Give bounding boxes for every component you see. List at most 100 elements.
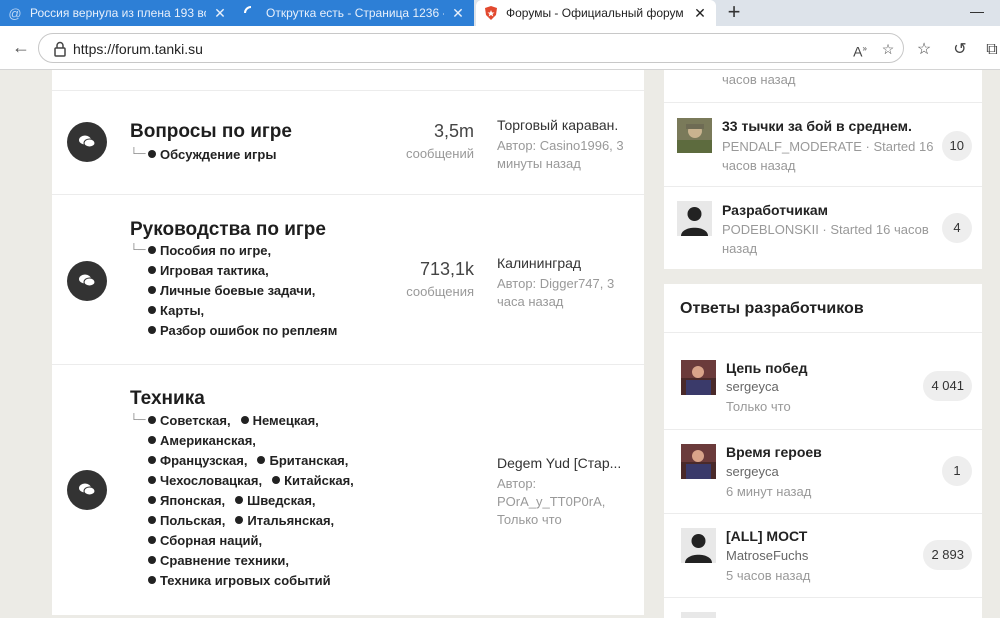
subforum-dot-icon <box>148 436 156 444</box>
forum-title[interactable]: Вопросы по игре <box>130 121 292 143</box>
reply-count-badge: 4 <box>942 213 972 243</box>
favorites-list-icon[interactable]: ☆ <box>914 40 934 60</box>
avatar <box>681 444 716 479</box>
list-item[interactable]: Разработчикам PODEBLONSKII · Started 16 … <box>664 186 982 269</box>
subforum-link[interactable]: Польская, <box>148 513 225 528</box>
read-aloud-icon[interactable]: A» <box>851 40 869 60</box>
subforum-link[interactable]: Разбор ошибок по реплеям <box>148 323 337 338</box>
subforum-list: └─ Пособия по игре, Игровая тактика, Личн… <box>130 242 338 338</box>
browser-tab-1[interactable]: @ Россия вернула из плена 193 вое ✕ <box>0 0 236 26</box>
subforum-dot-icon <box>148 150 156 158</box>
last-post-title[interactable]: Торговый караван. <box>497 117 632 133</box>
topic-meta-fragment: часов назад <box>722 72 796 87</box>
tanki-shield-icon <box>484 6 498 20</box>
list-item[interactable] <box>664 597 982 618</box>
subforum-dot-icon <box>148 456 156 464</box>
subforum-link[interactable]: Сравнение техники, <box>148 553 289 568</box>
close-icon[interactable]: ✕ <box>692 5 708 22</box>
dev-answers-card: Ответы разработчиков Цепь побед sergeyca… <box>664 284 982 618</box>
chat-bubble-icon <box>67 470 107 510</box>
subforum-link[interactable]: Китайская, <box>272 473 354 488</box>
list-item[interactable]: [ALL] МОСТ MatroseFuchs 5 часов назад 2 … <box>664 513 982 597</box>
minimize-button[interactable] <box>962 2 992 22</box>
post-count: 3,5m сообщений <box>405 121 474 161</box>
last-post-meta: Автор: Casino1996, 3 минуты назад <box>497 138 624 171</box>
subforum-dot-icon <box>148 536 156 544</box>
subforum-link[interactable]: Шведская, <box>235 493 316 508</box>
avatar <box>681 612 716 618</box>
last-post-meta: Автор: Digger747, 3 часа назад <box>497 276 615 309</box>
new-tab-button[interactable]: + <box>722 1 746 24</box>
tab-2-label: Открутка есть - Страница 1236 - <box>266 6 444 20</box>
subforum-link[interactable]: Немецкая, <box>240 413 319 428</box>
topic-title[interactable]: 33 тычки за бой в среднем. <box>722 118 912 134</box>
collections-icon[interactable]: ⧉ <box>982 40 1000 60</box>
last-post-meta: Автор: POrA_y_TT0P0rA, Только что <box>497 476 606 527</box>
list-item[interactable]: 33 тычки за бой в среднем. PENDALF_MODER… <box>664 102 982 186</box>
subforum-dot-icon <box>148 266 156 274</box>
loading-icon <box>244 6 258 20</box>
topic-meta: PODEBLONSKII · Started 16 часов назад <box>722 222 929 256</box>
post-count: 713,1k сообщения <box>406 259 474 299</box>
subforum-dot-icon <box>148 496 156 504</box>
subforum-dot-icon <box>257 456 266 464</box>
subforum-dot-icon <box>148 246 156 254</box>
last-post-title[interactable]: Калининград <box>497 255 632 271</box>
topic-title[interactable]: [ALL] МОСТ <box>726 528 807 544</box>
subforum-link[interactable]: Британская, <box>257 453 348 468</box>
subforum-link[interactable]: Американская, <box>148 433 256 448</box>
last-post[interactable]: Торговый караван. Автор: Casino1996, 3 м… <box>497 117 632 173</box>
subforum-dot-icon <box>148 306 156 314</box>
last-post[interactable]: Degem Yud [Стар... Автор: POrA_y_TT0P0rA… <box>497 455 632 529</box>
close-icon[interactable]: ✕ <box>212 5 228 22</box>
topic-title[interactable]: Время героев <box>726 444 822 460</box>
subforum-link[interactable]: Игровая тактика, <box>148 263 269 278</box>
forum-title[interactable]: Руководства по игре <box>130 219 326 241</box>
subforum-link[interactable]: Японская, <box>148 493 225 508</box>
subforum-link[interactable]: Итальянская, <box>235 513 334 528</box>
subforum-link[interactable]: Личные боевые задачи, <box>148 283 315 298</box>
browser-tab-2[interactable]: Открутка есть - Страница 1236 - ✕ <box>236 0 474 26</box>
tab-strip: @ Россия вернула из плена 193 вое ✕ Откр… <box>0 0 1000 26</box>
browser-tab-3[interactable]: Форумы - Официальный форум ✕ <box>476 0 716 26</box>
subforum-link[interactable]: Советская, <box>148 413 231 428</box>
subforum-dot-icon <box>240 416 249 424</box>
list-item[interactable]: Цепь побед sergeyca Только что 4 041 <box>664 332 982 416</box>
tab-3-label: Форумы - Официальный форум <box>506 6 684 20</box>
reply-count-badge: 2 893 <box>923 540 972 570</box>
chat-bubble-icon <box>67 122 107 162</box>
list-item[interactable]: Время героев sergeyca 6 минут назад 1 <box>664 429 982 513</box>
subforum-link[interactable]: Французская, <box>148 453 247 468</box>
topic-meta: sergeyca Только что <box>726 379 791 414</box>
subforum-link[interactable]: Пособия по игре, <box>148 243 271 258</box>
last-post-title[interactable]: Degem Yud [Стар... <box>497 455 632 471</box>
history-icon[interactable]: ↺ <box>950 40 970 60</box>
forum-row-guides[interactable]: Руководства по игре └─ Пособия по игре, И… <box>52 194 644 365</box>
subforum-list: └─ Советская, Немецкая, Американская, Фр… <box>130 412 354 588</box>
close-icon[interactable]: ✕ <box>450 5 466 22</box>
subforum-link[interactable]: Обсуждение игры <box>148 147 276 162</box>
last-post[interactable]: Калининград Автор: Digger747, 3 часа наз… <box>497 255 632 311</box>
reply-count-badge: 1 <box>942 456 972 486</box>
topic-title[interactable]: Цепь побед <box>726 360 807 376</box>
subforum-dot-icon <box>148 286 156 294</box>
forum-row-vehicles[interactable]: Техника └─ Советская, Немецкая, Американ… <box>52 364 644 615</box>
subforum-link[interactable]: Сборная наций, <box>148 533 262 548</box>
back-arrow-icon[interactable]: ← <box>8 34 34 60</box>
topic-title[interactable]: Разработчикам <box>722 202 828 218</box>
chat-bubble-icon <box>67 261 107 301</box>
favorite-star-icon[interactable]: ☆ <box>879 40 897 58</box>
topic-meta: PENDALF_MODERATE · Started 16 часов наза… <box>722 139 934 173</box>
subforum-dot-icon <box>148 326 156 334</box>
subforum-dot-icon <box>148 576 156 584</box>
topic-meta: MatroseFuchs 5 часов назад <box>726 548 811 583</box>
forum-title[interactable]: Техника <box>130 388 205 410</box>
subforum-link[interactable]: Карты, <box>148 303 204 318</box>
forum-list: Вопросы по игре └─ Обсуждение игры 3,5m … <box>52 70 644 615</box>
address-bar: ← https://forum.tanki.su A» ☆ ☆ ↺ ⧉ <box>0 26 1000 70</box>
subforum-link[interactable]: Техника игровых событий <box>148 573 331 588</box>
forum-row-questions[interactable]: Вопросы по игре └─ Обсуждение игры 3,5m … <box>52 90 644 195</box>
url-field[interactable]: https://forum.tanki.su A» ☆ <box>38 33 904 63</box>
subforum-link[interactable]: Чехословацкая, <box>148 473 262 488</box>
subforum-dot-icon <box>148 556 156 564</box>
